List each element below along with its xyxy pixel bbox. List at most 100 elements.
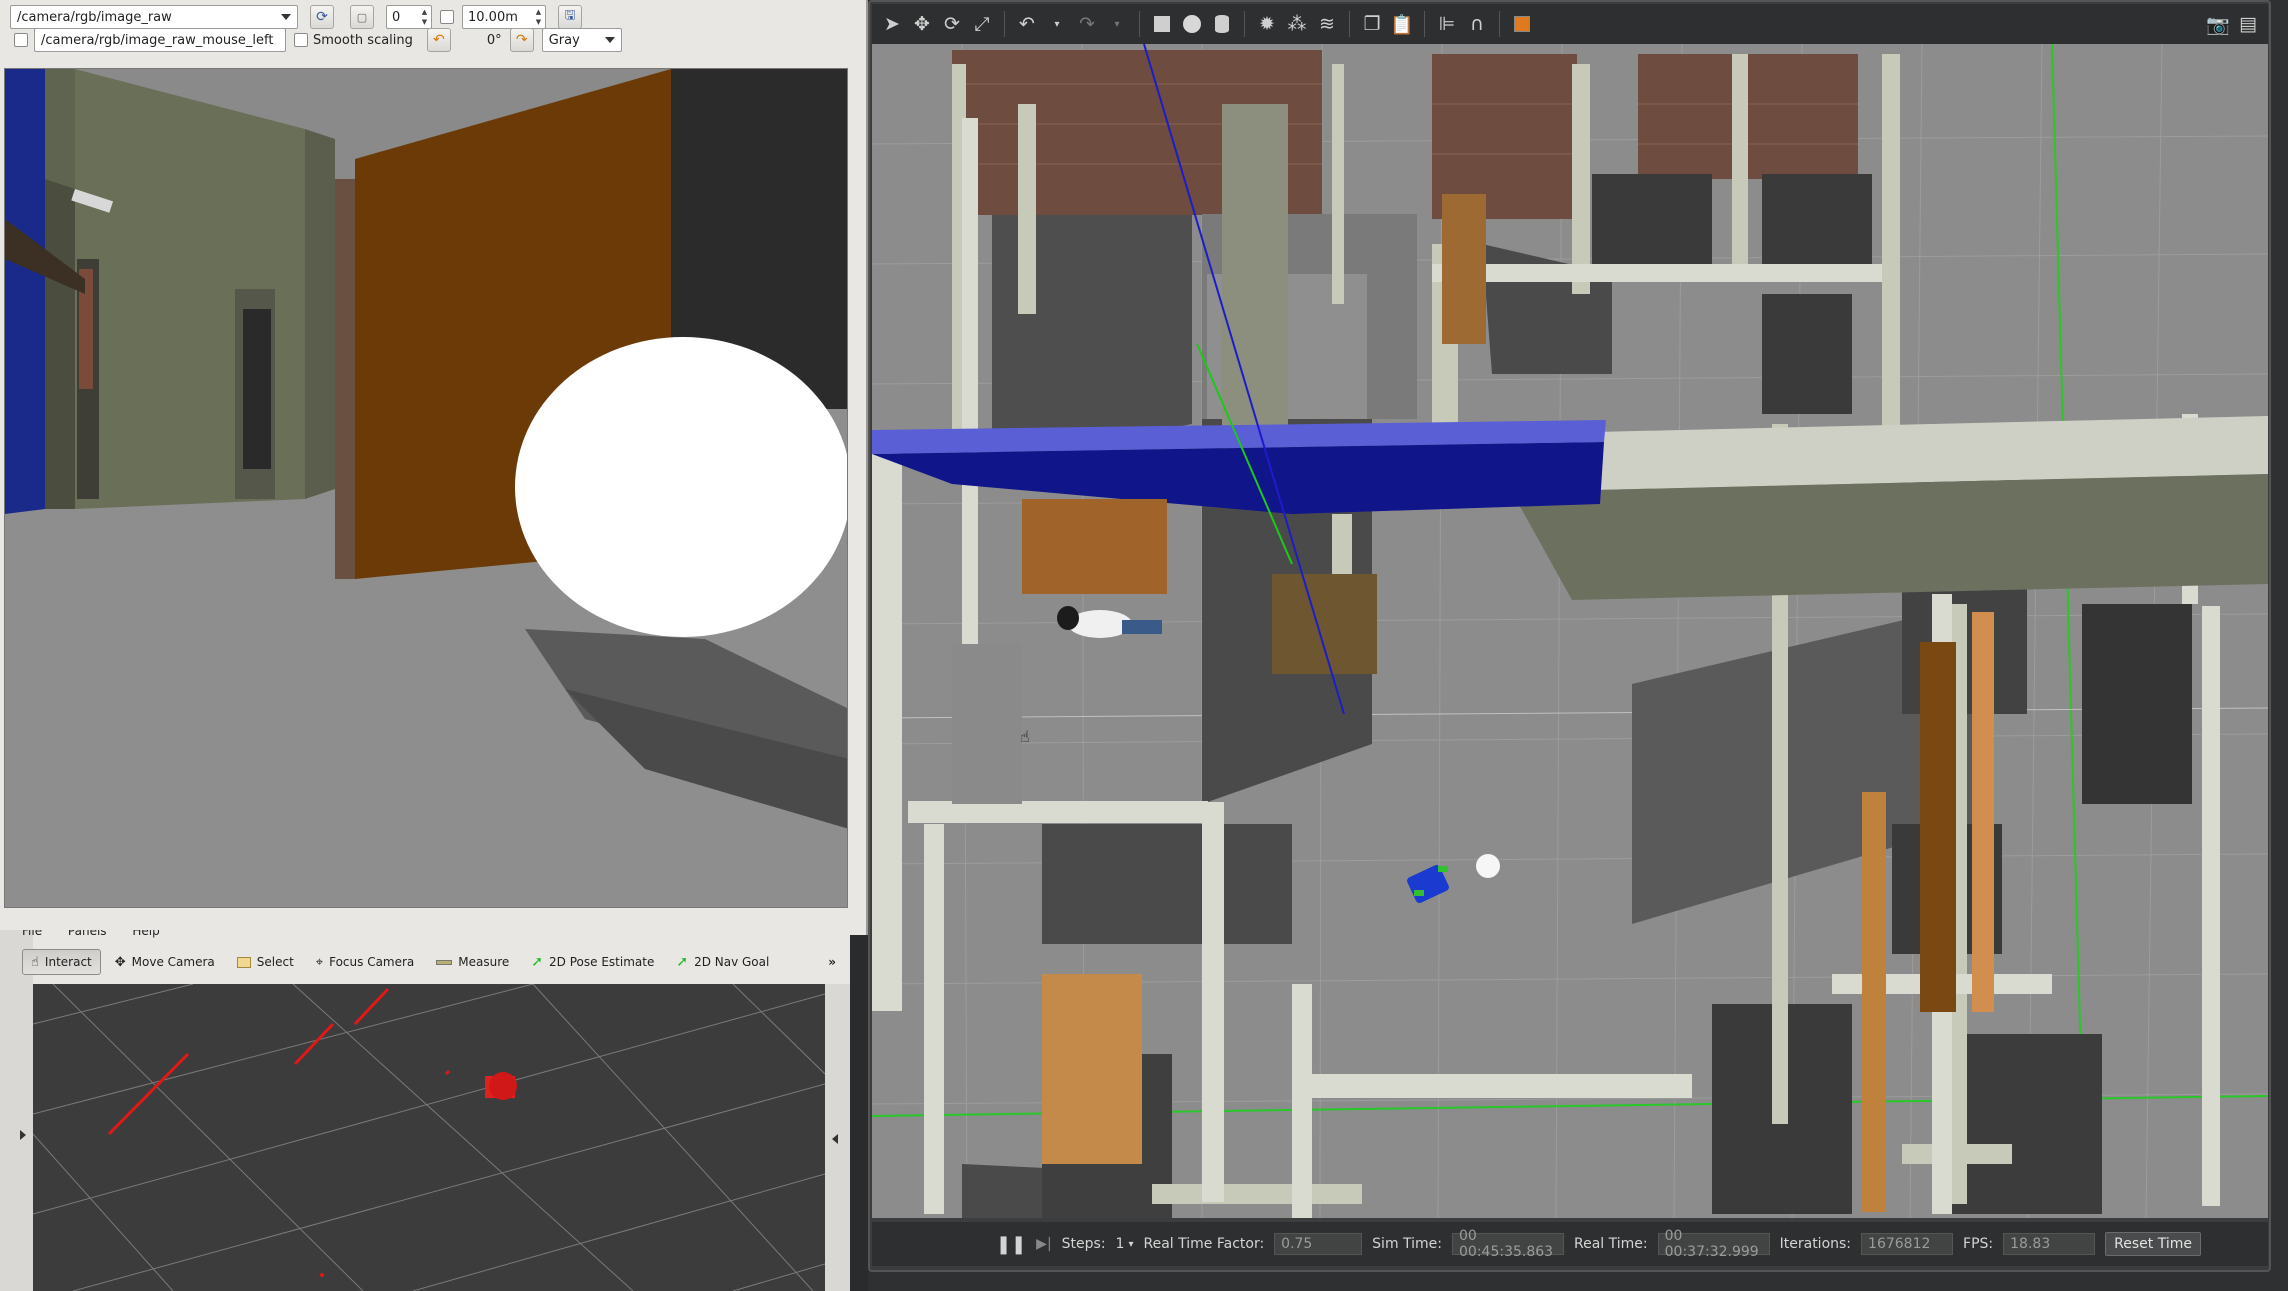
scale-mode-icon[interactable]: ⤢ [970,12,994,36]
ball-model [1476,854,1500,878]
move-camera-icon: ✥ [114,954,126,970]
tool-select[interactable]: Select [229,949,302,975]
redo-dropdown-icon[interactable]: ▾ [1105,12,1129,36]
expand-right-icon [832,1134,838,1144]
spot-light-icon[interactable]: ⁂ [1285,12,1309,36]
tool-move-camera[interactable]: ✥ Move Camera [107,949,223,975]
publish-click-checkbox[interactable] [14,33,28,47]
chevron-down-icon [604,37,615,43]
rtf-label: Real Time Factor: [1143,1236,1265,1252]
rtf-value: 0.75 [1274,1233,1363,1255]
iterations-value: 1676812 [1861,1233,1954,1255]
fit-icon: ▢ [356,10,368,24]
translate-mode-icon[interactable]: ✥ [910,12,934,36]
steps-label: Steps: [1061,1236,1106,1252]
mouse-topic-value: /camera/rgb/image_raw_mouse_left [41,32,274,48]
toolbar-separator [1004,11,1005,37]
colormap-select[interactable]: Gray [541,28,622,52]
sim-time-value: 00 00:45:35.863 [1452,1228,1565,1260]
sphere-shape-icon[interactable] [1180,12,1204,36]
tool-focus-camera-label: Focus Camera [329,955,415,969]
camera-scene-render [5,69,847,907]
tool-2d-nav-goal-label: 2D Nav Goal [694,955,770,969]
rotate-mode-icon[interactable]: ⟳ [940,12,964,36]
tool-interact[interactable]: ☝ Interact [22,949,101,975]
hand-icon: ☝ [31,954,39,970]
tool-focus-camera[interactable]: ⌖ Focus Camera [308,949,423,975]
image-view-window: /camera/rgb/image_raw ⟳ ▢ 0 ▲ ▼ 10.00m ▲ ▼… [0,0,868,935]
rviz-grid-render [33,984,825,1291]
focus-icon: ⌖ [315,954,324,970]
cylinder-shape-icon[interactable] [1210,12,1234,36]
rotation-label: 0° [486,32,502,48]
smooth-scaling-label: Smooth scaling [313,32,413,48]
expand-left-icon [20,1130,26,1140]
toolbar-separator [1139,11,1140,37]
image-view-toolbar-row-2: /camera/rgb/image_raw_mouse_left Smooth … [0,23,868,57]
rotate-left-icon: ↶ [433,32,445,48]
chevron-down-icon [281,14,291,20]
max-range-checkbox[interactable] [440,10,454,24]
rviz-toolbar: ☝ Interact ✥ Move Camera Select ⌖ Focus … [22,947,842,977]
tool-select-label: Select [256,955,294,969]
chevron-down-icon: ▾ [1128,1238,1134,1250]
tool-measure-label: Measure [458,955,510,969]
rotate-right-button[interactable]: ↷ [509,28,534,52]
real-time-label: Real Time: [1574,1236,1648,1252]
rviz-menubar: File Panels Help [22,930,842,942]
gazebo-3d-scene[interactable]: ☝ [872,44,2268,1218]
gazebo-toolbar: ➤ ✥ ⟳ ⤢ ↶ ▾ ↷ ▾ ✹ ⁂ ≋ ❐ 📋 ⊫ ∩ 📷 ▤ [872,4,2268,44]
toolbar-separator [1424,11,1425,37]
rotate-right-icon: ↷ [515,32,528,48]
tool-interact-label: Interact [44,955,92,969]
rviz-right-dock-handle[interactable] [825,984,850,1291]
menu-file[interactable]: File [22,930,42,938]
view-angle-icon[interactable] [1510,12,1534,36]
colormap-value: Gray [548,32,580,48]
toolbar-separator [1349,11,1350,37]
svg-text:☝: ☝ [1020,727,1030,746]
point-light-icon[interactable]: ✹ [1255,12,1279,36]
rviz-3d-view[interactable] [33,984,825,1291]
rviz-left-dock-handle[interactable] [0,930,33,1291]
directional-light-icon[interactable]: ≋ [1315,12,1339,36]
fps-label: FPS: [1963,1236,1994,1252]
green-arrow-icon: ➚ [676,954,689,970]
undo-dropdown-icon[interactable]: ▾ [1045,12,1069,36]
smooth-scaling-checkbox[interactable] [294,33,308,47]
tool-2d-pose-estimate[interactable]: ➚ 2D Pose Estimate [523,949,662,975]
paste-icon[interactable]: 📋 [1390,12,1414,36]
real-time-value: 00 00:37:32.999 [1657,1228,1770,1260]
select-mode-icon[interactable]: ➤ [880,12,904,36]
steps-spinbox[interactable]: 1 ▾ [1116,1233,1134,1255]
align-icon[interactable]: ⊫ [1435,12,1459,36]
tool-2d-nav-goal[interactable]: ➚ 2D Nav Goal [668,949,777,975]
toolbar-separator [1244,11,1245,37]
step-icon[interactable]: ▶| [1036,1236,1051,1252]
rviz-window: File Panels Help ☝ Interact ✥ Move Camer… [0,930,850,1291]
mouse-topic-input[interactable]: /camera/rgb/image_raw_mouse_left [34,28,286,52]
steps-value: 1 [1115,1236,1125,1252]
undo-icon[interactable]: ↶ [1015,12,1039,36]
log-icon[interactable]: ▤ [2236,12,2260,36]
select-icon [236,956,251,968]
green-arrow-icon: ➚ [531,954,544,970]
fps-value: 18.83 [2003,1233,2096,1255]
menu-help[interactable]: Help [132,930,159,938]
tool-2d-pose-estimate-label: 2D Pose Estimate [549,955,655,969]
reset-time-button[interactable]: Reset Time [2105,1232,2201,1256]
sim-time-label: Sim Time: [1372,1236,1443,1252]
tool-measure[interactable]: Measure [428,949,517,975]
toolbar-overflow-button[interactable]: » [828,955,836,969]
ruler-icon [436,959,453,965]
menu-panels[interactable]: Panels [68,930,107,938]
toolbar-separator [1499,11,1500,37]
pause-icon[interactable]: ❚❚ [996,1234,1026,1255]
screenshot-icon[interactable]: 📷 [2206,12,2230,36]
redo-icon[interactable]: ↷ [1075,12,1099,36]
rotate-left-button[interactable]: ↶ [426,28,451,52]
box-shape-icon[interactable] [1150,12,1174,36]
camera-image[interactable] [4,68,848,908]
copy-icon[interactable]: ❐ [1360,12,1384,36]
snap-icon[interactable]: ∩ [1465,12,1489,36]
